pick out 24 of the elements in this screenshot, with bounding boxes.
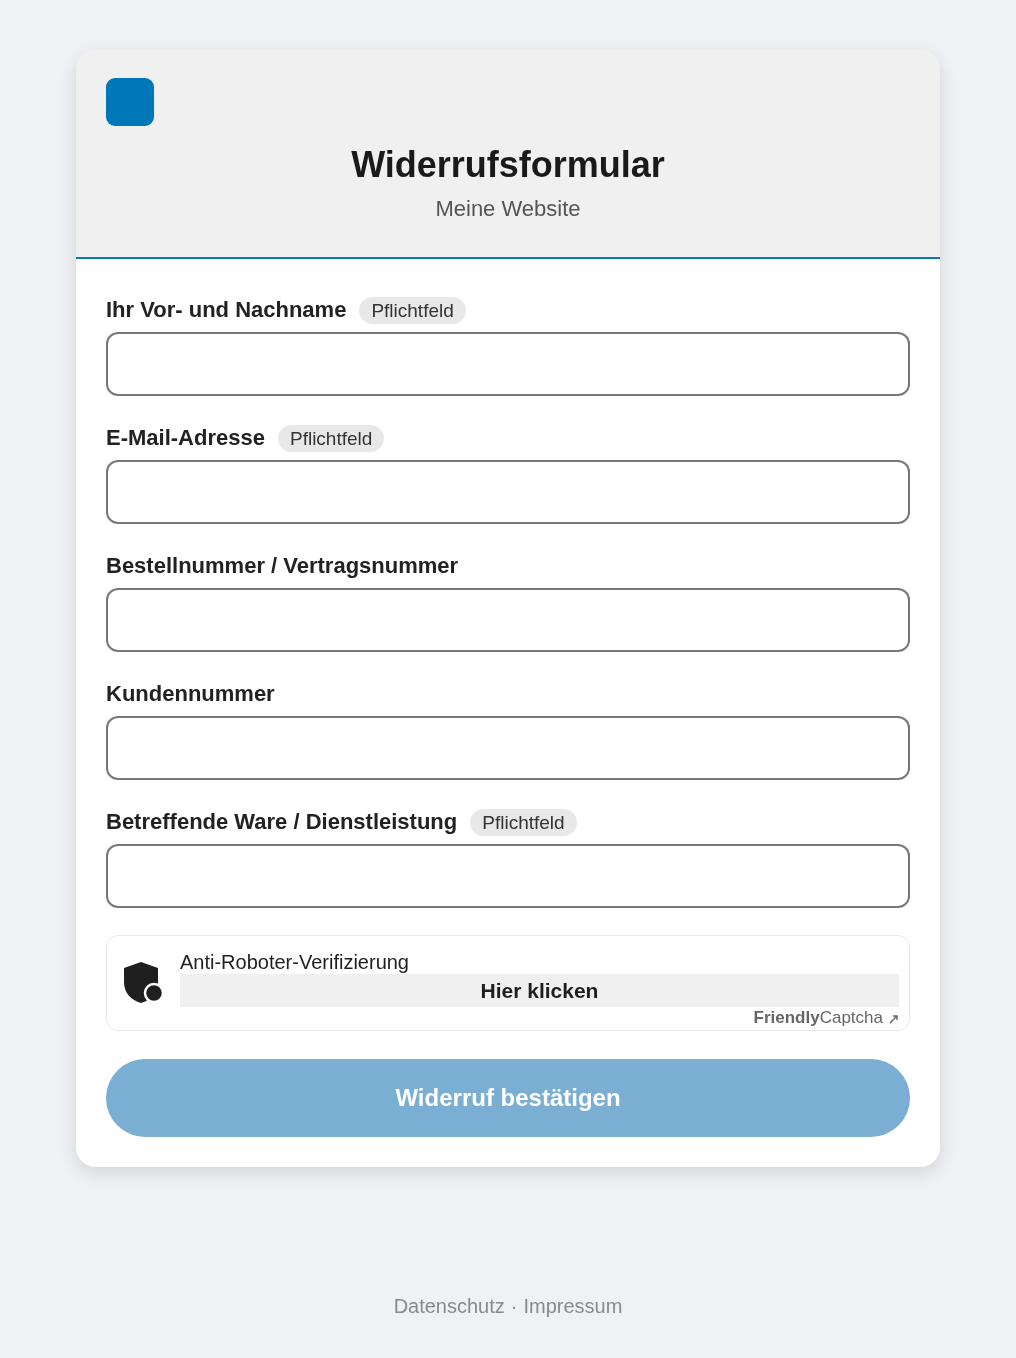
captcha-provider-link[interactable]: FriendlyCaptcha [753,1007,883,1029]
captcha-label: Anti-Roboter-Verifizierung [180,950,410,974]
input-field[interactable] [106,588,910,652]
field-label: Kundennummer [106,680,275,708]
separator: · [510,1294,518,1319]
external-link-icon [889,1015,898,1024]
logo-icon [106,78,154,126]
field-label: Bestellnummer / Vertragsnummer [106,552,459,580]
footer-link[interactable]: Datenschutz [393,1291,505,1321]
input-field[interactable] [106,716,910,780]
field-label: Betreffende Ware / Dienstleistung [106,808,458,836]
field-label: E-Mail-Adresse [106,424,265,452]
captcha-button[interactable]: Hier klicken [180,974,899,1007]
field-label: Ihr Vor- und Nachname [106,296,347,324]
shield-icon [124,962,164,1003]
site-name: Meine Website [434,195,582,223]
required-badge: Pflichtfeld [359,296,466,324]
input-field[interactable] [106,332,910,396]
required-badge: Pflichtfeld [277,424,385,452]
input-field[interactable] [106,844,910,908]
required-badge: Pflichtfeld [470,808,577,836]
footer-link[interactable]: Impressum [523,1291,623,1321]
input-field[interactable] [106,460,910,524]
form-title: Widerrufsformular [350,143,666,187]
